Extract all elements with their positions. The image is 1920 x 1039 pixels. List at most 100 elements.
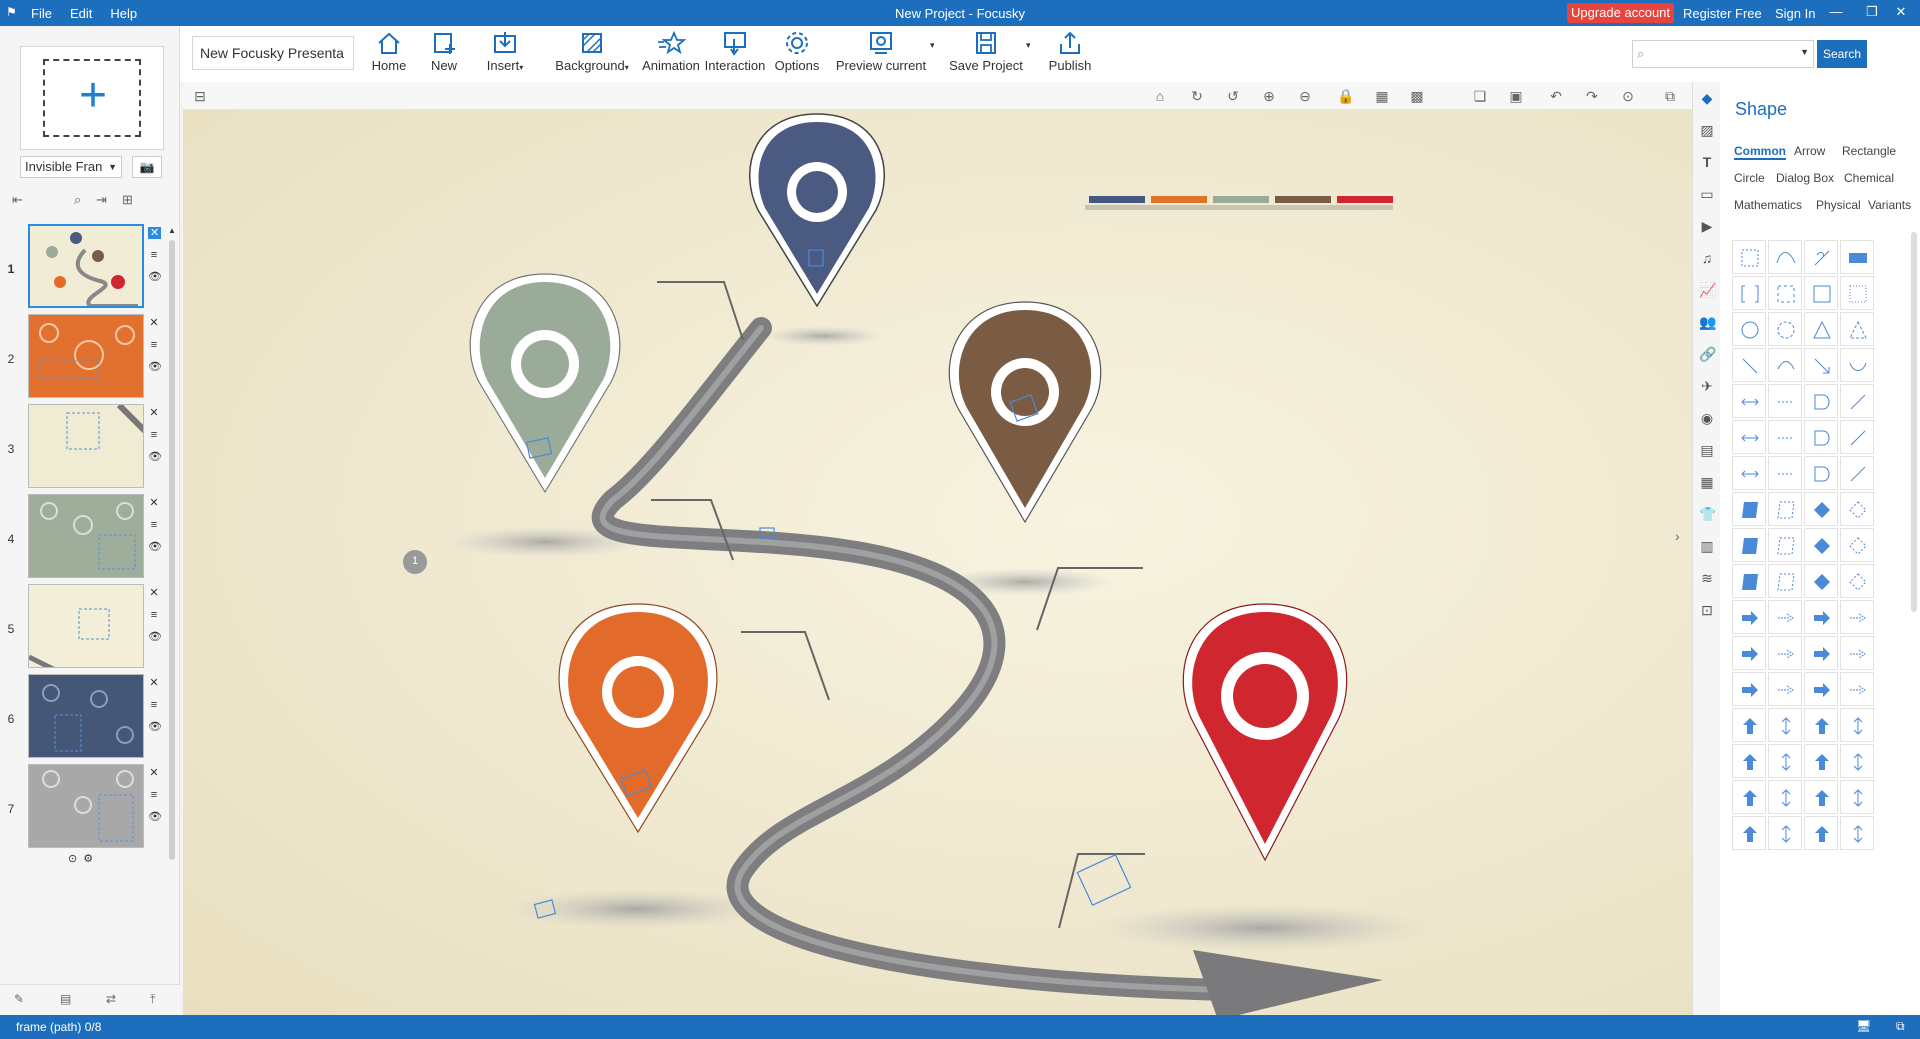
category-rectangle[interactable]: Rectangle — [1842, 144, 1896, 158]
save-project-button[interactable]: Save Project — [948, 30, 1024, 80]
grid-settings-icon[interactable]: ▩ — [1408, 88, 1426, 104]
register-free-link[interactable]: Register Free — [1683, 6, 1762, 21]
shape-tile[interactable] — [1732, 348, 1766, 382]
search-button[interactable]: Search — [1817, 40, 1867, 68]
window-mode-icon[interactable]: ⧉ — [1896, 1019, 1905, 1034]
shape-tile[interactable] — [1804, 708, 1838, 742]
menu-edit[interactable]: Edit — [70, 6, 92, 21]
shape-tile[interactable] — [1732, 708, 1766, 742]
add-frame-button[interactable]: + — [20, 46, 164, 150]
shape-tile[interactable] — [1732, 636, 1766, 670]
shape-tile[interactable] — [1804, 564, 1838, 598]
shape-tile[interactable] — [1732, 672, 1766, 706]
shape-tile[interactable] — [1768, 744, 1802, 778]
gallery-icon[interactable]: ▦ — [1699, 474, 1715, 490]
shape-tile[interactable] — [1768, 636, 1802, 670]
background-button[interactable]: Background▾ — [552, 30, 632, 80]
menu-file[interactable]: File — [31, 6, 52, 21]
category-arrow[interactable]: Arrow — [1794, 144, 1825, 158]
shape-tile[interactable] — [1768, 384, 1802, 418]
shape-tile[interactable] — [1804, 456, 1838, 490]
shape-tile[interactable] — [1840, 672, 1874, 706]
template-icon[interactable]: ▥ — [1699, 538, 1715, 554]
rotate-left-icon[interactable]: ↺ — [1224, 88, 1242, 104]
shape-tile[interactable] — [1768, 420, 1802, 454]
format-painter-icon[interactable]: ⊟ — [191, 88, 209, 104]
shape-tile[interactable] — [1840, 564, 1874, 598]
shape-tile[interactable] — [1840, 276, 1874, 310]
lock-icon[interactable]: 🔒 — [1337, 88, 1355, 104]
zoom-in-icon[interactable]: ⊕ — [1260, 88, 1278, 104]
undo-icon[interactable]: ↶ — [1547, 88, 1565, 104]
slide-side-tools[interactable]: ✕ ≡ 👁 — [148, 762, 162, 828]
save-dropdown-icon[interactable]: ▾ — [1026, 40, 1031, 51]
slide-side-tools[interactable]: ✕ ≡ 👁 — [148, 492, 162, 558]
shape-tile[interactable] — [1840, 528, 1874, 562]
compass-icon[interactable]: ◉ — [1699, 410, 1715, 426]
people-icon[interactable]: 👥 — [1699, 314, 1716, 330]
zoom-out-icon[interactable]: ⊖ — [1296, 88, 1314, 104]
note-icon[interactable]: ▤ — [60, 992, 71, 1006]
slide-thumbnail[interactable] — [28, 494, 144, 578]
shape-tile[interactable] — [1768, 780, 1802, 814]
shape-tile[interactable] — [1732, 492, 1766, 526]
shape-tile[interactable] — [1732, 420, 1766, 454]
shape-tile[interactable] — [1804, 744, 1838, 778]
options-button[interactable]: Options — [772, 30, 822, 80]
category-physical[interactable]: Physical — [1816, 198, 1861, 212]
home-view-icon[interactable]: ⌂ — [1151, 88, 1169, 104]
animation-button[interactable]: Animation — [640, 30, 702, 80]
slide-thumbnail[interactable] — [28, 404, 144, 488]
fullscreen-icon[interactable]: ⧉ — [1661, 88, 1679, 104]
link-icon[interactable]: 🔗 — [1699, 346, 1716, 362]
inbox-icon[interactable]: ⊡ — [1699, 602, 1715, 618]
shape-tile[interactable] — [1804, 384, 1838, 418]
pin-red[interactable] — [1182, 603, 1348, 862]
search-dropdown-icon[interactable]: ▼ — [1800, 47, 1809, 57]
close-icon[interactable]: ✕ — [1892, 4, 1910, 20]
zoom-icon[interactable]: ⌕ — [74, 192, 81, 208]
slide-item-7[interactable]: 7 ⊙⚙ ✕ ≡ 👁 — [0, 758, 180, 868]
shape-tile[interactable] — [1732, 240, 1766, 274]
shape-tile[interactable] — [1732, 816, 1766, 850]
category-variants[interactable]: Variants — [1868, 198, 1911, 212]
monitor-icon[interactable]: 🖥 — [1856, 1019, 1871, 1033]
shape-tile[interactable] — [1768, 708, 1802, 742]
shape-tile[interactable] — [1840, 312, 1874, 346]
shape-tile[interactable] — [1804, 816, 1838, 850]
copy-icon[interactable]: ❏ — [1471, 88, 1489, 104]
text-icon[interactable]: T — [1699, 154, 1715, 170]
shape-tile[interactable] — [1768, 312, 1802, 346]
category-chemical[interactable]: Chemical — [1844, 171, 1894, 185]
image-icon[interactable]: ▨ — [1699, 122, 1715, 138]
slide-thumbnail[interactable] — [28, 584, 144, 668]
category-mathematics[interactable]: Mathematics — [1734, 198, 1802, 212]
minimize-icon[interactable]: — — [1827, 4, 1845, 19]
category-common[interactable]: Common — [1734, 144, 1786, 160]
edit-frame-icon[interactable]: ✎ — [14, 992, 24, 1006]
swap-icon[interactable]: ⇄ — [106, 992, 116, 1006]
shape-tile[interactable] — [1840, 780, 1874, 814]
video-icon[interactable]: ▶ — [1699, 218, 1715, 234]
shape-tile[interactable] — [1768, 456, 1802, 490]
menu-help[interactable]: Help — [110, 6, 137, 21]
shape-tile[interactable] — [1732, 384, 1766, 418]
slide-icon[interactable]: ▭ — [1699, 186, 1715, 202]
screenshot-icon[interactable]: ⊙ — [1619, 88, 1637, 104]
pin-brown[interactable] — [948, 301, 1102, 524]
shape-panel-scrollbar[interactable] — [1911, 232, 1917, 612]
shape-tile[interactable] — [1768, 240, 1802, 274]
shape-tile[interactable] — [1804, 636, 1838, 670]
shape-tile[interactable] — [1840, 744, 1874, 778]
shape-tile[interactable] — [1732, 528, 1766, 562]
slide-thumbnail[interactable] — [28, 764, 144, 848]
pin-orange[interactable] — [558, 603, 718, 834]
shape-tile[interactable] — [1804, 780, 1838, 814]
shape-tile[interactable] — [1768, 816, 1802, 850]
preview-current-button[interactable]: Preview current — [834, 30, 928, 80]
shape-tile[interactable] — [1768, 276, 1802, 310]
interaction-button[interactable]: Interaction — [702, 30, 768, 80]
shape-tile[interactable] — [1768, 348, 1802, 382]
preview-dropdown-icon[interactable]: ▾ — [930, 40, 935, 51]
shape-tile[interactable] — [1768, 564, 1802, 598]
